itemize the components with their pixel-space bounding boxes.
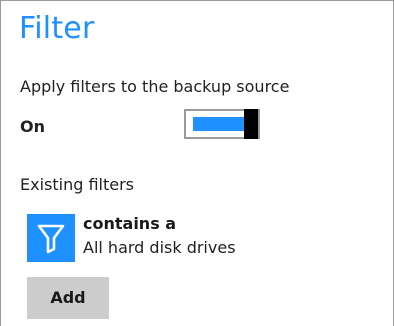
filter-name: contains a [83, 214, 177, 233]
filter-description: All hard disk drives [83, 238, 236, 257]
toggle-fill [193, 117, 245, 131]
apply-filters-toggle[interactable] [184, 109, 260, 139]
toggle-knob[interactable] [244, 109, 258, 139]
apply-filters-label: Apply filters to the backup source [20, 77, 290, 96]
add-filter-button[interactable]: Add [27, 277, 109, 319]
existing-filters-label: Existing filters [20, 175, 135, 194]
filter-list-item[interactable]: contains a All hard disk drives [27, 212, 357, 264]
filter-panel: Filter Apply filters to the backup sourc… [0, 0, 394, 326]
filter-funnel-icon [27, 214, 75, 262]
toggle-state-label: On [20, 117, 45, 136]
page-title: Filter [19, 11, 95, 46]
